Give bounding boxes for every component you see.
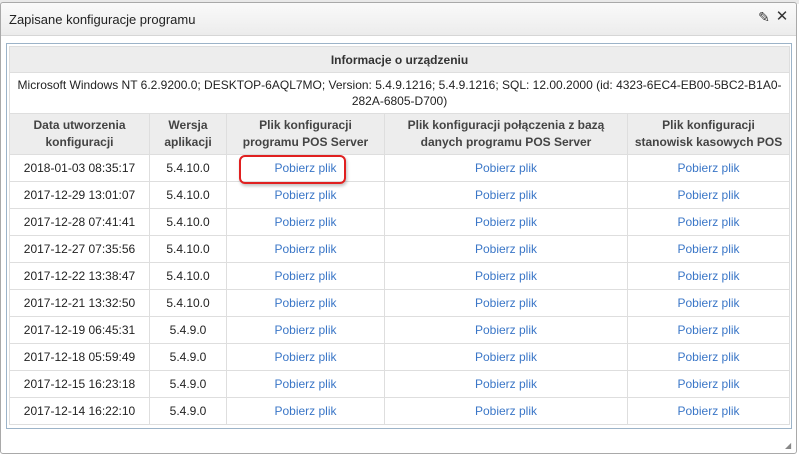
download-db-connection-file-link[interactable]: Pobierz plik: [475, 269, 537, 283]
creation-date: 2018-01-03 08:35:17: [9, 154, 150, 182]
column-header-stations-file: Plik konfiguracji stanowisk kasowych POS: [626, 113, 791, 155]
column-header-date: Data utworzenia konfiguracji: [9, 113, 150, 155]
download-stations-file-link[interactable]: Pobierz plik: [678, 161, 740, 175]
download-pos-server-file-link[interactable]: Pobierz plik: [274, 161, 336, 175]
app-version: 5.4.10.0: [149, 208, 227, 236]
download-stations-file-link[interactable]: Pobierz plik: [678, 215, 740, 229]
device-info-heading: Informacje o urządzeniu: [8, 46, 791, 73]
creation-date: 2017-12-18 05:59:49: [9, 343, 150, 371]
app-version: 5.4.9.0: [149, 316, 227, 344]
dialog-titlebar[interactable]: Zapisane konfiguracje programu ✎ ✕: [1, 3, 796, 36]
app-version: 5.4.10.0: [149, 235, 227, 263]
table-row: 2017-12-28 07:41:41 5.4.10.0 Pobierz pli…: [9, 208, 791, 236]
download-stations-file-link[interactable]: Pobierz plik: [678, 377, 740, 391]
download-db-connection-file-link[interactable]: Pobierz plik: [475, 188, 537, 202]
download-pos-server-file-link[interactable]: Pobierz plik: [274, 377, 336, 391]
creation-date: 2017-12-21 13:32:50: [9, 289, 150, 317]
table-row: 2017-12-29 13:01:07 5.4.10.0 Pobierz pli…: [9, 181, 791, 209]
download-pos-server-file-link[interactable]: Pobierz plik: [274, 242, 336, 256]
download-db-connection-file-link[interactable]: Pobierz plik: [475, 215, 537, 229]
app-version: 5.4.9.0: [149, 397, 227, 425]
table-row: 2018-01-03 08:35:17 5.4.10.0 Pobierz pli…: [9, 154, 791, 182]
creation-date: 2017-12-19 06:45:31: [9, 316, 150, 344]
download-db-connection-file-link[interactable]: Pobierz plik: [475, 377, 537, 391]
download-stations-file-link[interactable]: Pobierz plik: [678, 188, 740, 202]
configurations-table: Informacje o urządzeniu Microsoft Window…: [8, 46, 791, 425]
download-stations-file-link[interactable]: Pobierz plik: [678, 242, 740, 256]
app-version: 5.4.10.0: [149, 154, 227, 182]
creation-date: 2017-12-15 16:23:18: [9, 370, 150, 398]
table-row: 2017-12-18 05:59:49 5.4.9.0 Pobierz plik…: [9, 343, 791, 371]
download-db-connection-file-link[interactable]: Pobierz plik: [475, 323, 537, 337]
creation-date: 2017-12-27 07:35:56: [9, 235, 150, 263]
download-pos-server-file-link[interactable]: Pobierz plik: [274, 296, 336, 310]
app-version: 5.4.9.0: [149, 370, 227, 398]
download-stations-file-link[interactable]: Pobierz plik: [678, 296, 740, 310]
creation-date: 2017-12-29 13:01:07: [9, 181, 150, 209]
table-row: 2017-12-15 16:23:18 5.4.9.0 Pobierz plik…: [9, 370, 791, 398]
table-row: 2017-12-14 16:22:10 5.4.9.0 Pobierz plik…: [9, 397, 791, 425]
download-db-connection-file-link[interactable]: Pobierz plik: [475, 242, 537, 256]
close-icon[interactable]: ✕: [775, 9, 789, 25]
download-stations-file-link[interactable]: Pobierz plik: [678, 323, 740, 337]
download-pos-server-file-link[interactable]: Pobierz plik: [274, 350, 336, 364]
table-header-row: Data utworzenia konfiguracji Wersja apli…: [9, 113, 791, 155]
column-header-version: Wersja aplikacji: [149, 113, 227, 155]
download-pos-server-file-link[interactable]: Pobierz plik: [274, 323, 336, 337]
creation-date: 2017-12-22 13:38:47: [9, 262, 150, 290]
pin-icon[interactable]: ✎: [757, 9, 771, 25]
device-info-details: Microsoft Windows NT 6.2.9200.0; DESKTOP…: [8, 72, 791, 114]
saved-configurations-dialog: Zapisane konfiguracje programu ✎ ✕ Infor…: [0, 2, 797, 454]
download-stations-file-link[interactable]: Pobierz plik: [678, 350, 740, 364]
download-stations-file-link[interactable]: Pobierz plik: [678, 404, 740, 418]
download-pos-server-file-link[interactable]: Pobierz plik: [274, 404, 336, 418]
table-row: 2017-12-22 13:38:47 5.4.10.0 Pobierz pli…: [9, 262, 791, 290]
download-pos-server-file-link[interactable]: Pobierz plik: [274, 269, 336, 283]
creation-date: 2017-12-28 07:41:41: [9, 208, 150, 236]
table-row: 2017-12-21 13:32:50 5.4.10.0 Pobierz pli…: [9, 289, 791, 317]
table-row: 2017-12-19 06:45:31 5.4.9.0 Pobierz plik…: [9, 316, 791, 344]
dialog-title: Zapisane konfiguracje programu: [9, 12, 196, 27]
table-row: 2017-12-27 07:35:56 5.4.10.0 Pobierz pli…: [9, 235, 791, 263]
app-version: 5.4.10.0: [149, 289, 227, 317]
download-db-connection-file-link[interactable]: Pobierz plik: [475, 161, 537, 175]
dialog-content: Informacje o urządzeniu Microsoft Window…: [6, 43, 792, 429]
app-version: 5.4.10.0: [149, 262, 227, 290]
column-header-pos-server-file: Plik konfiguracji programu POS Server: [226, 113, 385, 155]
download-pos-server-file-link[interactable]: Pobierz plik: [274, 215, 336, 229]
download-db-connection-file-link[interactable]: Pobierz plik: [475, 404, 537, 418]
creation-date: 2017-12-14 16:22:10: [9, 397, 150, 425]
download-db-connection-file-link[interactable]: Pobierz plik: [475, 296, 537, 310]
app-version: 5.4.9.0: [149, 343, 227, 371]
download-stations-file-link[interactable]: Pobierz plik: [678, 269, 740, 283]
resize-grip-icon[interactable]: ◢: [785, 442, 793, 450]
app-version: 5.4.10.0: [149, 181, 227, 209]
download-db-connection-file-link[interactable]: Pobierz plik: [475, 350, 537, 364]
download-pos-server-file-link[interactable]: Pobierz plik: [274, 188, 336, 202]
column-header-db-connection-file: Plik konfiguracji połączenia z bazą dany…: [384, 113, 628, 155]
